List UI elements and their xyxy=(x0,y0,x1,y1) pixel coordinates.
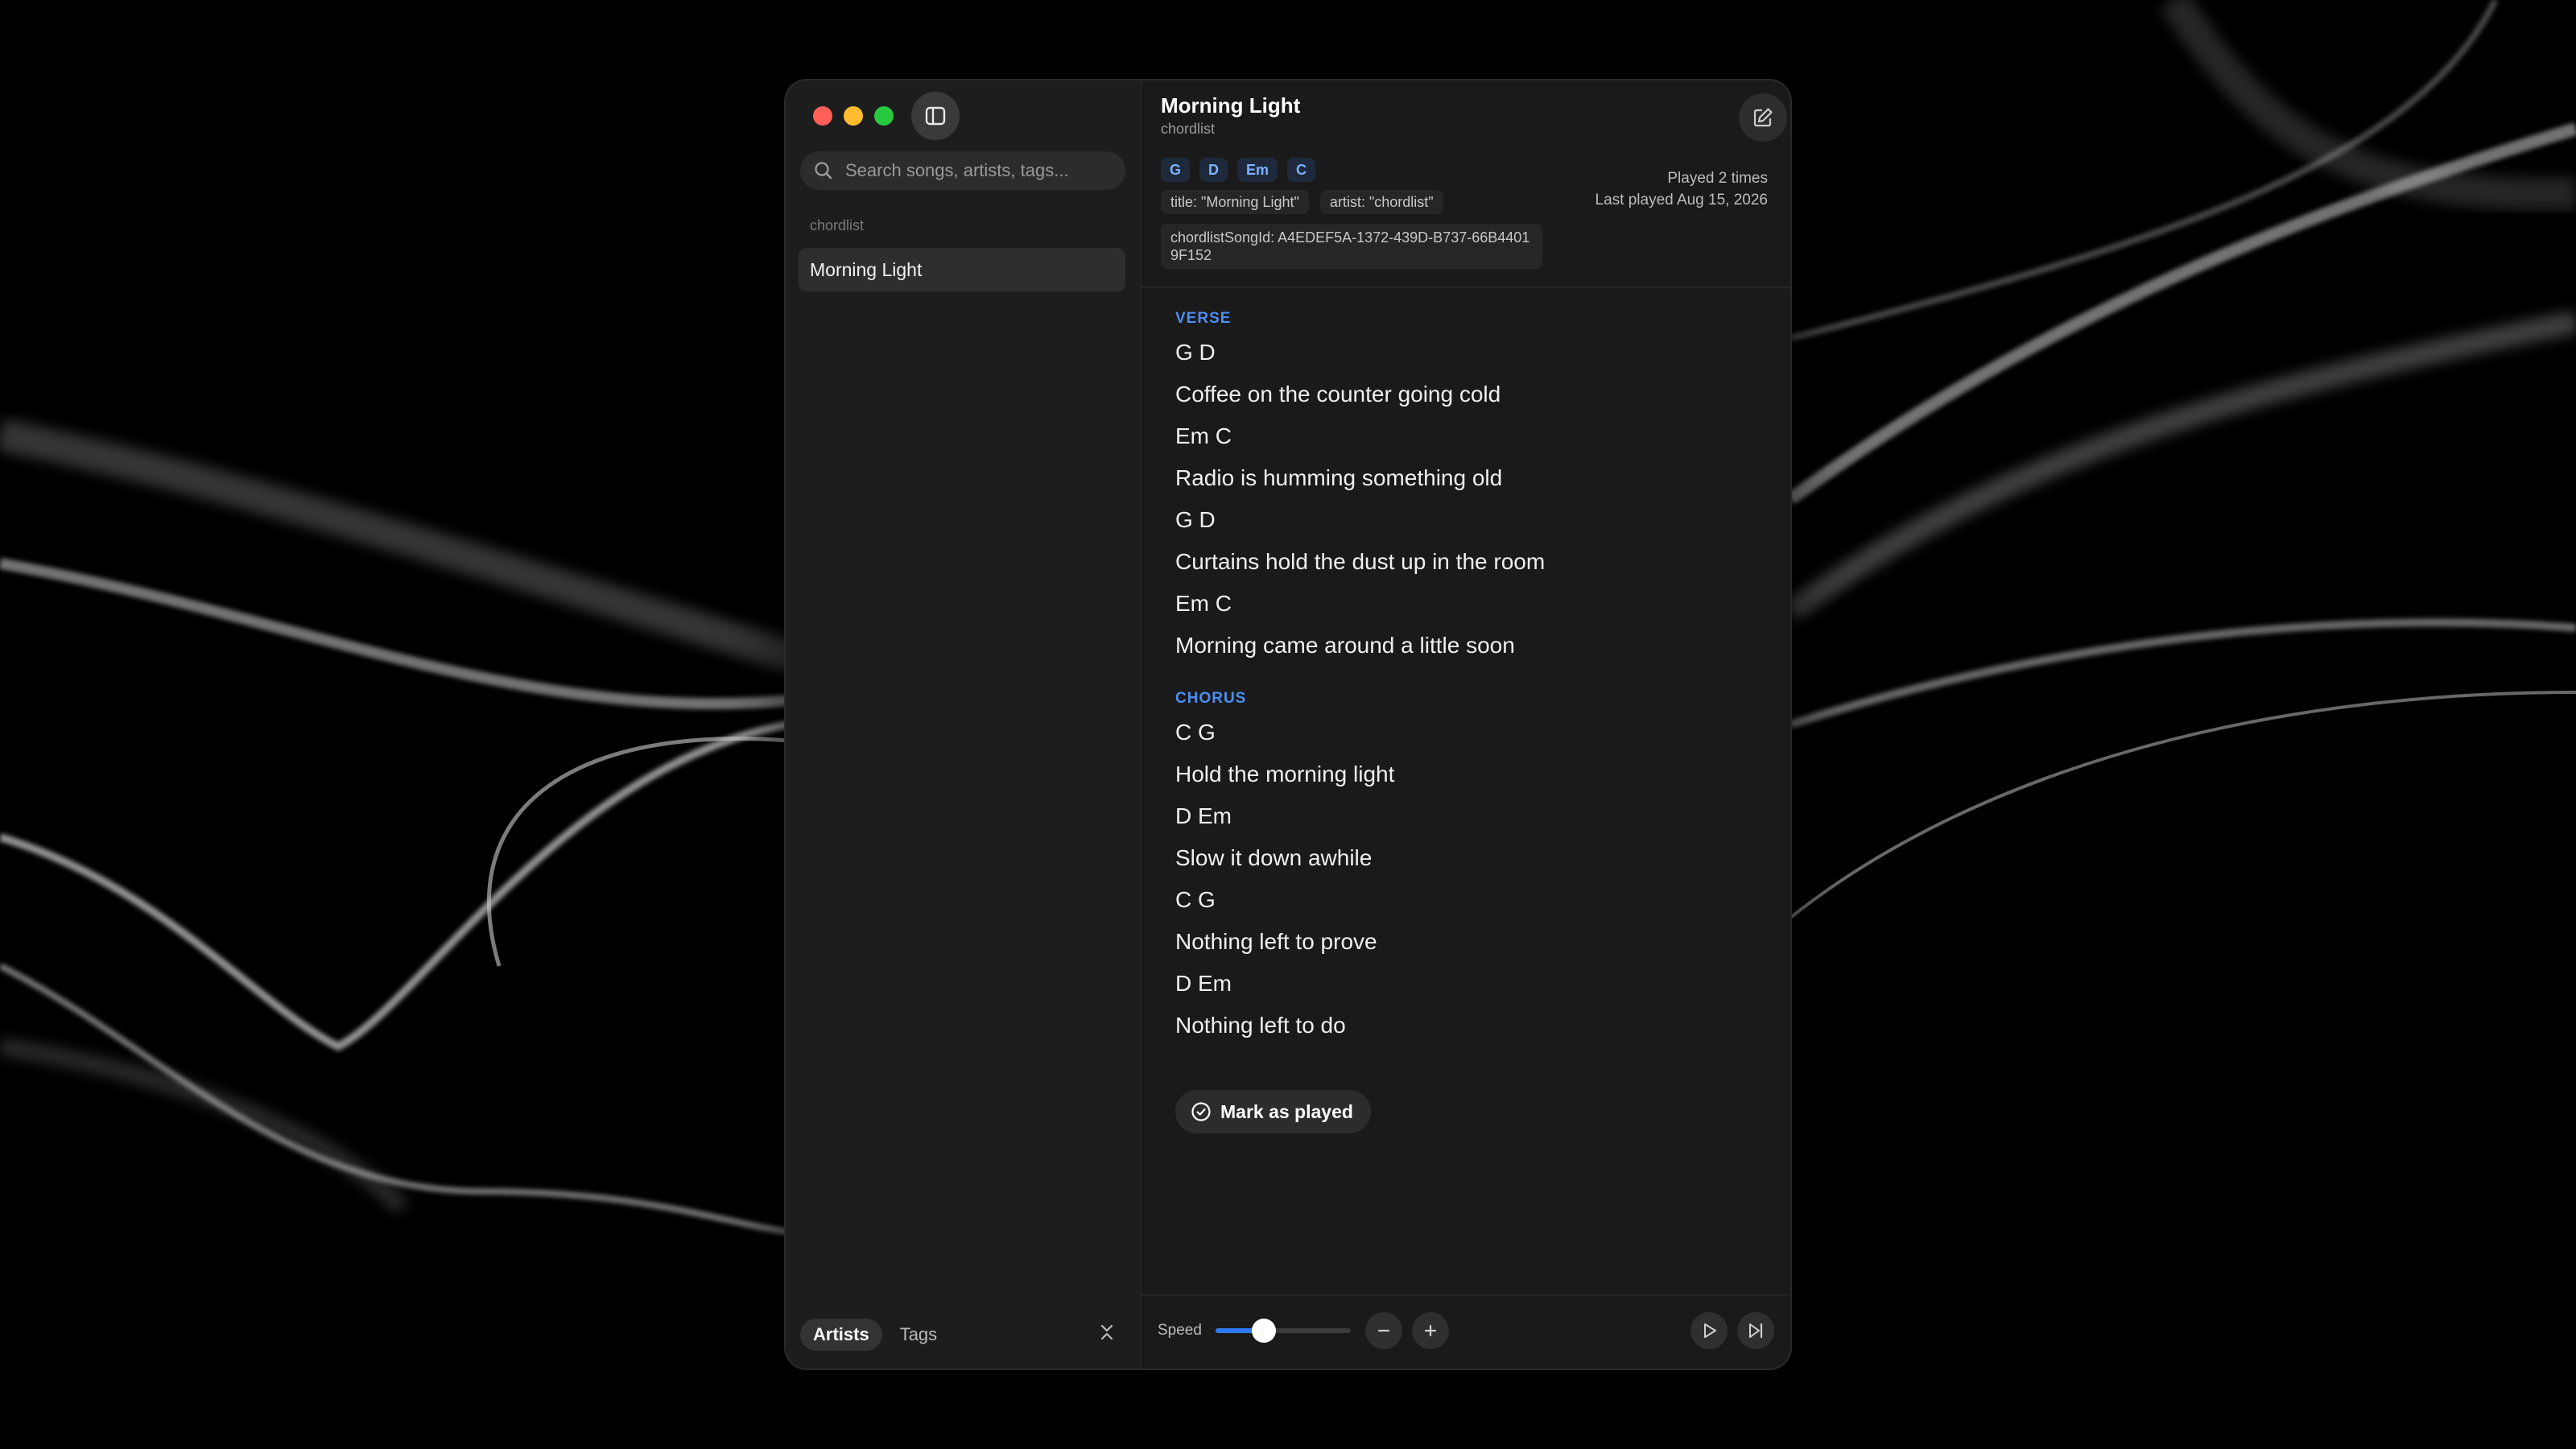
chorus-section: CHORUS C G Hold the morning light D Em S… xyxy=(1175,686,1771,1046)
metadata-tags: title: "Morning Light" artist: "chordlis… xyxy=(1161,190,1443,214)
tab-artists[interactable]: Artists xyxy=(800,1319,882,1351)
verse-section: VERSE G D Coffee on the counter going co… xyxy=(1175,306,1771,667)
chord-line: C G xyxy=(1175,720,1216,745)
lyric-line: Nothing left to prove xyxy=(1175,929,1377,954)
chord-chip[interactable]: G xyxy=(1161,158,1191,182)
sidebar-toggle-icon xyxy=(925,106,946,126)
chord-line: G D xyxy=(1175,340,1216,365)
speed-slider[interactable] xyxy=(1216,1317,1351,1344)
collapse-icon[interactable] xyxy=(1095,1320,1119,1344)
play-stats: Played 2 times Last played Aug 15, 2026 xyxy=(1596,167,1768,211)
chord-chip[interactable]: Em xyxy=(1237,158,1278,182)
skip-forward-button[interactable] xyxy=(1737,1312,1774,1349)
lyric-line: Radio is humming something old xyxy=(1175,465,1503,490)
search-icon xyxy=(813,159,837,183)
minus-icon xyxy=(1377,1329,1390,1332)
check-circle-icon xyxy=(1191,1102,1211,1121)
lyric-line: Hold the morning light xyxy=(1175,762,1395,786)
search-field[interactable] xyxy=(800,151,1125,190)
sidebar-toggle-button[interactable] xyxy=(911,92,960,140)
header-divider xyxy=(1141,287,1790,288)
lyric-line: Nothing left to do xyxy=(1175,1013,1346,1038)
zoom-window-button[interactable] xyxy=(874,106,894,126)
edit-button[interactable] xyxy=(1739,93,1787,142)
speed-slider-thumb[interactable] xyxy=(1252,1319,1276,1343)
search-input[interactable] xyxy=(844,159,1113,182)
chord-line: Em C xyxy=(1175,423,1232,448)
song-detail: Morning Light chordlist G D Em C title: … xyxy=(1141,80,1790,1368)
speed-label: Speed xyxy=(1158,1322,1202,1339)
chord-chip[interactable]: D xyxy=(1199,158,1228,182)
chord-line: Em C xyxy=(1175,591,1232,616)
app-window: chordlist Morning Light Artists Tags Mor… xyxy=(786,80,1790,1368)
plus-icon xyxy=(1424,1324,1437,1337)
chord-line: D Em xyxy=(1175,971,1232,996)
song-title: Morning Light xyxy=(1161,93,1301,118)
lyric-line: Morning came around a little soon xyxy=(1175,633,1515,658)
footer-divider xyxy=(1141,1294,1790,1296)
song-artist: chordlist xyxy=(1161,121,1216,137)
chord-sheet: VERSE G D Coffee on the counter going co… xyxy=(1175,306,1771,1046)
tab-tags[interactable]: Tags xyxy=(887,1319,950,1351)
song-list-item[interactable]: Morning Light xyxy=(799,248,1125,291)
chord-line: C G xyxy=(1175,887,1216,912)
close-window-button[interactable] xyxy=(813,106,832,126)
played-count: Played 2 times xyxy=(1667,170,1768,187)
song-id-tag: chordlistSongId: A4EDEF5A-1372-439D-B737… xyxy=(1161,224,1542,269)
play-icon xyxy=(1704,1323,1716,1338)
chord-chip[interactable]: C xyxy=(1287,158,1316,182)
minimize-window-button[interactable] xyxy=(844,106,863,126)
decrease-speed-button[interactable] xyxy=(1365,1312,1402,1349)
song-list-item-title: Morning Light xyxy=(810,258,923,280)
chord-line: D Em xyxy=(1175,803,1232,828)
window-controls xyxy=(813,106,894,126)
last-played: Last played Aug 15, 2026 xyxy=(1595,192,1768,208)
section-heading: CHORUS xyxy=(1175,690,1247,707)
edit-icon xyxy=(1753,108,1773,127)
sidebar-tabs: Artists Tags xyxy=(800,1317,950,1352)
library-section-label: chordlist xyxy=(810,217,865,233)
increase-speed-button[interactable] xyxy=(1412,1312,1449,1349)
chord-line: G D xyxy=(1175,507,1216,532)
sidebar: chordlist Morning Light Artists Tags xyxy=(786,80,1141,1368)
play-button[interactable] xyxy=(1690,1312,1728,1349)
artist-tag: artist: "chordlist" xyxy=(1319,190,1443,214)
lyric-line: Coffee on the counter going cold xyxy=(1175,382,1501,407)
lyric-line: Curtains hold the dust up in the room xyxy=(1175,549,1546,574)
mark-as-played-label: Mark as played xyxy=(1220,1100,1353,1122)
lyric-line: Slow it down awhile xyxy=(1175,845,1373,870)
mark-as-played-button[interactable]: Mark as played xyxy=(1175,1090,1371,1133)
chord-chips: G D Em C xyxy=(1161,158,1316,182)
section-heading: VERSE xyxy=(1175,310,1232,327)
skip-forward-icon xyxy=(1749,1323,1763,1339)
title-tag: title: "Morning Light" xyxy=(1161,190,1309,214)
